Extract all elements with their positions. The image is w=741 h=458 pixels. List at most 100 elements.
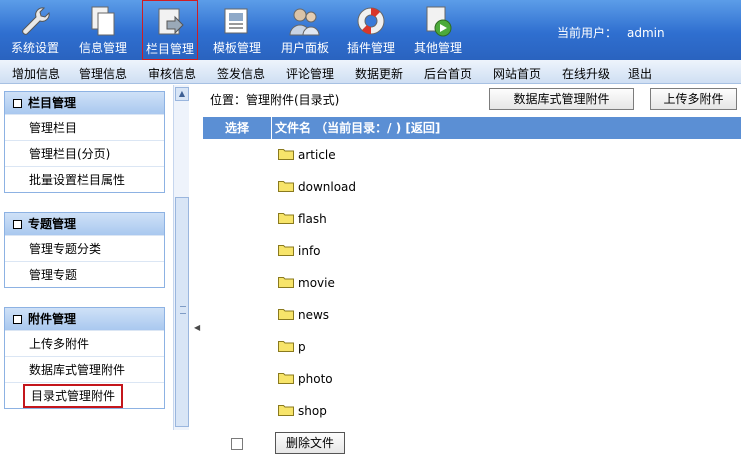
lifebuoy-icon <box>357 7 385 35</box>
list-item[interactable]: news <box>278 307 329 327</box>
sidebar-group-attachments: 附件管理 上传多附件 数据库式管理附件 目录式管理附件 <box>4 307 165 409</box>
sidebar-group-columns: 栏目管理 管理栏目 管理栏目(分页) 批量设置栏目属性 <box>4 91 165 193</box>
submenu-site-home[interactable]: 网站首页 <box>493 65 541 82</box>
select-all-checkbox[interactable] <box>231 438 243 450</box>
folder-name: photo <box>298 372 333 386</box>
folder-icon <box>278 149 294 160</box>
sidebar-item-dir-attachments-row: 目录式管理附件 <box>5 382 164 408</box>
folder-name: info <box>298 244 321 258</box>
folder-icon <box>278 309 294 320</box>
toolbar-label: 模板管理 <box>212 41 261 55</box>
folder-name: download <box>298 180 357 194</box>
scroll-up-arrow-icon[interactable]: ▲ <box>175 87 189 101</box>
folder-name: shop <box>298 404 327 418</box>
sidebar-item-upload-multiple[interactable]: 上传多附件 <box>5 330 164 356</box>
list-item[interactable]: shop <box>278 403 327 423</box>
panel-splitter[interactable]: ◀ <box>190 85 202 430</box>
collapse-square-icon <box>13 220 22 229</box>
users-icon <box>289 8 320 36</box>
folder-icon <box>278 245 294 256</box>
submenu-online-upgrade[interactable]: 在线升级 <box>562 65 610 82</box>
submenu-admin-home[interactable]: 后台首页 <box>424 65 472 82</box>
folder-icon <box>278 181 294 192</box>
folder-name: article <box>298 148 336 162</box>
folder-name: movie <box>298 276 335 290</box>
folder-name: news <box>298 308 330 322</box>
play-doc-icon <box>426 6 452 37</box>
folder-icon <box>278 373 294 384</box>
submenu-bar: 增加信息 管理信息 审核信息 签发信息 评论管理 数据更新 后台首页 网站首页 … <box>0 60 741 84</box>
sidebar-item-dir-attachments[interactable]: 目录式管理附件 <box>23 384 124 408</box>
template-icon <box>224 8 248 34</box>
sidebar-item-db-attachments[interactable]: 数据库式管理附件 <box>5 356 164 382</box>
list-item[interactable]: download <box>278 179 356 199</box>
action-bar: 删除文件 <box>203 430 741 458</box>
column-edit-icon <box>158 8 184 35</box>
sidebar-item-topic-categories[interactable]: 管理专题分类 <box>5 235 164 261</box>
toolbar-user-panel[interactable]: 用户面板 <box>273 0 337 60</box>
list-item[interactable]: movie <box>278 275 335 295</box>
current-user-label: 当前用户： <box>557 26 618 40</box>
toolbar-label: 插件管理 <box>346 41 395 55</box>
submenu-logout[interactable]: 退出 <box>628 65 652 82</box>
db-attachments-button[interactable]: 数据库式管理附件 <box>489 88 634 110</box>
toolbar-system-settings[interactable]: 系统设置 <box>3 0 67 60</box>
toolbar-label: 栏目管理 <box>145 42 194 56</box>
submenu-review-info[interactable]: 审核信息 <box>148 65 196 82</box>
sidebar-group-title: 专题管理 <box>28 217 77 231</box>
column-header-filename[interactable]: 文件名 （当前目录：/ ) [返回] <box>273 117 440 139</box>
current-user: 当前用户： admin <box>557 24 665 41</box>
upload-multiple-button[interactable]: 上传多附件 <box>650 88 737 110</box>
sidebar: 栏目管理 管理栏目 管理栏目(分页) 批量设置栏目属性 专题管理 管理专题分类 … <box>0 85 172 430</box>
toolbar-column-management[interactable]: 栏目管理 <box>142 0 198 60</box>
folder-name: flash <box>298 212 327 226</box>
list-item[interactable]: photo <box>278 371 333 391</box>
submenu-data-update[interactable]: 数据更新 <box>355 65 403 82</box>
sidebar-item-manage-columns-paged[interactable]: 管理栏目(分页) <box>5 140 164 166</box>
list-item[interactable]: article <box>278 147 336 167</box>
toolbar-label: 系统设置 <box>10 41 59 55</box>
folder-icon <box>278 405 294 416</box>
submenu-manage-info[interactable]: 管理信息 <box>79 65 127 82</box>
sidebar-scrollbar[interactable]: ▲ <box>173 85 189 430</box>
folder-icon <box>278 341 294 352</box>
collapse-square-icon <box>13 315 22 324</box>
folder-icon <box>278 277 294 288</box>
toolbar-label: 用户面板 <box>280 41 329 55</box>
submenu-issue-info[interactable]: 签发信息 <box>217 65 265 82</box>
toolbar-plugin-management[interactable]: 插件管理 <box>339 0 403 60</box>
toolbar-info-management[interactable]: 信息管理 <box>71 0 135 60</box>
toolbar-label: 其他管理 <box>413 41 462 55</box>
list-item[interactable]: flash <box>278 211 327 231</box>
top-toolbar: 系统设置 信息管理 栏目管理 模板管理 用户面板 插件管理 其他管理 当前用户：… <box>0 0 741 60</box>
scroll-grip-icon <box>180 306 186 314</box>
sidebar-item-manage-topics[interactable]: 管理专题 <box>5 261 164 287</box>
collapse-square-icon <box>13 99 22 108</box>
sidebar-group-title: 附件管理 <box>28 312 77 326</box>
scroll-thumb[interactable] <box>175 197 189 427</box>
sidebar-group-header[interactable]: 附件管理 <box>5 308 164 330</box>
sidebar-group-header[interactable]: 栏目管理 <box>5 92 164 114</box>
sidebar-group-topics: 专题管理 管理专题分类 管理专题 <box>4 212 165 288</box>
toolbar-template-management[interactable]: 模板管理 <box>205 0 269 60</box>
sidebar-group-header[interactable]: 专题管理 <box>5 213 164 235</box>
list-item[interactable]: info <box>278 243 321 263</box>
sidebar-group-title: 栏目管理 <box>28 96 77 110</box>
list-item[interactable]: p <box>278 339 306 359</box>
main-content: 位置：管理附件(目录式) 数据库式管理附件 上传多附件 选择 文件名 （当前目录… <box>203 85 741 458</box>
current-user-name: admin <box>627 26 665 40</box>
delete-files-button[interactable]: 删除文件 <box>275 432 345 454</box>
folder-name: p <box>298 340 306 354</box>
folder-icon <box>278 213 294 224</box>
breadcrumb: 位置：管理附件(目录式) <box>210 93 340 107</box>
sidebar-item-manage-columns[interactable]: 管理栏目 <box>5 114 164 140</box>
wrench-icon <box>22 7 50 35</box>
table-header: 选择 文件名 （当前目录：/ ) [返回] <box>203 117 741 139</box>
submenu-comment-management[interactable]: 评论管理 <box>286 65 334 82</box>
collapse-left-arrow-icon[interactable]: ◀ <box>194 323 200 332</box>
toolbar-other-management[interactable]: 其他管理 <box>406 0 470 60</box>
sidebar-item-batch-column-attrs[interactable]: 批量设置栏目属性 <box>5 166 164 192</box>
column-header-select: 选择 <box>203 117 272 139</box>
folder-list: article download flash info movie news p… <box>203 139 741 430</box>
submenu-add-info[interactable]: 增加信息 <box>12 65 60 82</box>
